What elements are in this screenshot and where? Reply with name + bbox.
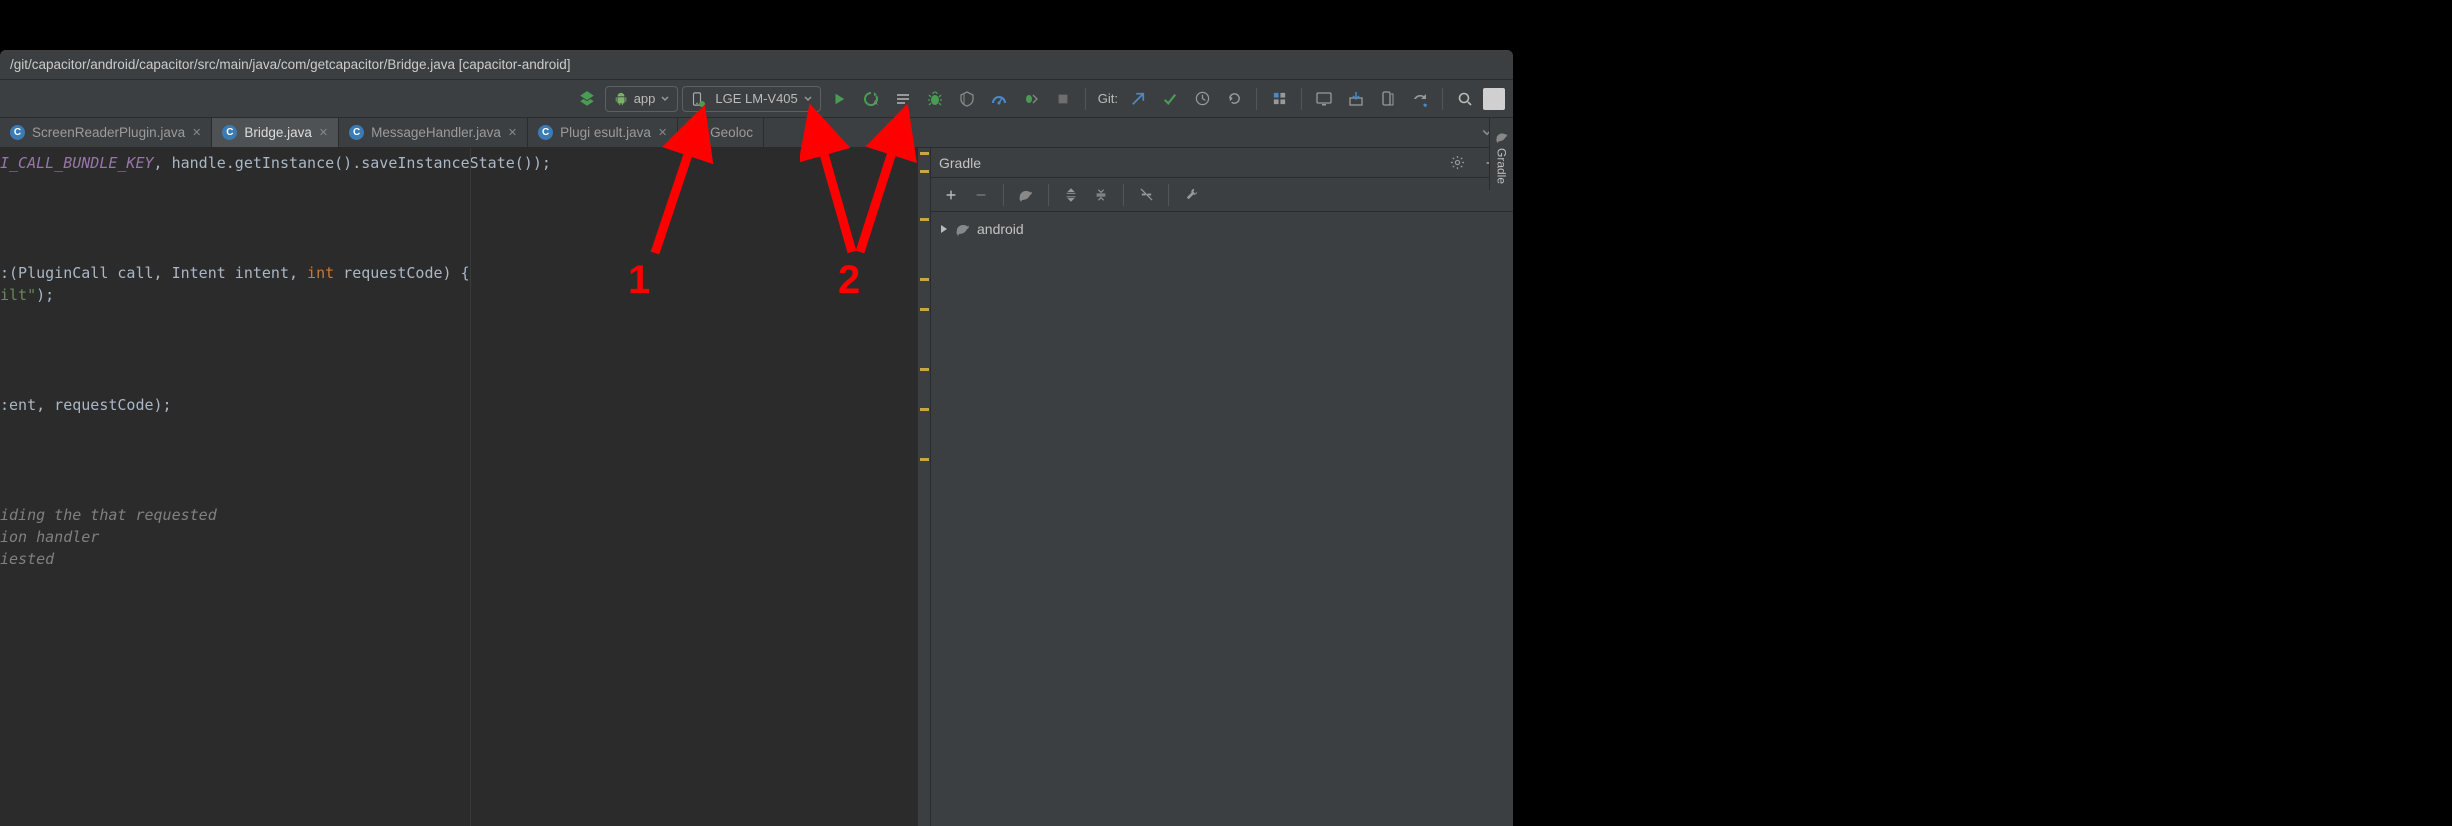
close-icon[interactable]: ✕: [658, 126, 667, 139]
gradle-collapse-button[interactable]: [1087, 181, 1115, 209]
class-icon: C: [10, 125, 25, 140]
gradle-tree: android: [931, 212, 1513, 246]
avd-manager-button[interactable]: [1310, 85, 1338, 113]
tab-label: ScreenReaderPlugin.java: [32, 125, 185, 140]
gradle-toolbar: [931, 178, 1513, 212]
tab-geolocation[interactable]: I Geoloc: [678, 118, 764, 147]
device-label: LGE LM-V405: [715, 91, 797, 106]
marker-strip[interactable]: [918, 148, 930, 826]
tab-messagehandler[interactable]: C MessageHandler.java ✕: [339, 118, 528, 147]
build-icon[interactable]: [573, 85, 601, 113]
tab-label: Geoloc: [710, 125, 753, 140]
separator: [1085, 88, 1086, 110]
gradle-panel: Gradle: [930, 148, 1513, 826]
triangle-right-icon: [939, 224, 949, 234]
class-icon: C: [538, 125, 553, 140]
main-toolbar: app LGE LM-V405 A: [0, 80, 1513, 118]
project-structure-button[interactable]: [1265, 85, 1293, 113]
class-icon: C: [349, 125, 364, 140]
android-icon: [614, 92, 628, 106]
gradle-settings-button[interactable]: [1443, 149, 1471, 177]
coverage-button[interactable]: [953, 85, 981, 113]
tab-label: Plugi esult.java: [560, 125, 651, 140]
apply-code-changes-button[interactable]: [889, 85, 917, 113]
gradle-wrench-button[interactable]: [1177, 181, 1205, 209]
tab-label: Bridge.java: [244, 125, 312, 140]
tree-row-android[interactable]: android: [939, 218, 1505, 240]
tab-screenreaderplugin[interactable]: C ScreenReaderPlugin.java ✕: [0, 118, 212, 147]
elephant-icon: [1495, 130, 1509, 144]
gradle-header: Gradle: [931, 148, 1513, 178]
run-config-label: app: [634, 91, 656, 106]
sync-gradle-button[interactable]: [1406, 85, 1434, 113]
expand-all-icon: [1064, 188, 1078, 202]
close-icon[interactable]: ✕: [319, 126, 328, 139]
interface-icon: I: [688, 125, 703, 140]
profiler-button[interactable]: [985, 85, 1013, 113]
code-content: I_CALL_BUNDLE_KEY, handle.getInstance().…: [0, 148, 930, 570]
avatar[interactable]: [1483, 88, 1505, 110]
class-icon: C: [222, 125, 237, 140]
gradle-offline-button[interactable]: [1132, 181, 1160, 209]
wrench-icon: [1184, 187, 1199, 202]
status-dot-icon: [699, 101, 705, 107]
vcs-update-button[interactable]: [1124, 85, 1152, 113]
apply-changes-button[interactable]: A: [857, 85, 885, 113]
ide-window: /git/capacitor/android/capacitor/src/mai…: [0, 50, 1513, 826]
sdk-manager-button[interactable]: [1342, 85, 1370, 113]
separator: [1301, 88, 1302, 110]
close-icon[interactable]: ✕: [508, 126, 517, 139]
code-editor[interactable]: I_CALL_BUNDLE_KEY, handle.getInstance().…: [0, 148, 930, 826]
gradle-add-button[interactable]: [937, 181, 965, 209]
gradle-title: Gradle: [939, 155, 1437, 171]
window-title: /git/capacitor/android/capacitor/src/mai…: [10, 57, 571, 72]
tab-bridge[interactable]: C Bridge.java ✕: [212, 118, 339, 147]
device-dropdown[interactable]: LGE LM-V405: [682, 86, 820, 112]
resource-manager-button[interactable]: [1374, 85, 1402, 113]
tab-label: MessageHandler.java: [371, 125, 501, 140]
vcs-history-button[interactable]: [1188, 85, 1216, 113]
attach-debugger-button[interactable]: [1017, 85, 1045, 113]
tree-label: android: [977, 221, 1024, 237]
minus-icon: [974, 188, 988, 202]
elephant-icon: [1018, 187, 1034, 203]
gutter-line: [470, 148, 471, 826]
run-config-dropdown[interactable]: app: [605, 86, 679, 112]
collapse-all-icon: [1094, 188, 1108, 202]
editor-tabs: C ScreenReaderPlugin.java ✕ C Bridge.jav…: [0, 118, 1513, 148]
svg-text:A: A: [873, 100, 878, 107]
close-icon[interactable]: ✕: [192, 126, 201, 139]
gear-icon: [1450, 155, 1465, 170]
tab-pluginresult[interactable]: C Plugi esult.java ✕: [528, 118, 678, 147]
separator: [1442, 88, 1443, 110]
chevron-down-icon: [661, 95, 669, 103]
debug-button[interactable]: [921, 85, 949, 113]
stop-button[interactable]: [1049, 85, 1077, 113]
gradle-refresh-button[interactable]: [1012, 181, 1040, 209]
gradle-expand-button[interactable]: [1057, 181, 1085, 209]
titlebar: /git/capacitor/android/capacitor/src/mai…: [0, 50, 1513, 80]
vcs-commit-button[interactable]: [1156, 85, 1184, 113]
gradle-tool-tab[interactable]: Gradle: [1493, 124, 1511, 190]
right-toolstrip: Gradle: [1489, 118, 1513, 190]
elephant-icon: [955, 221, 971, 237]
offline-icon: [1139, 187, 1154, 202]
vcs-rollback-button[interactable]: [1220, 85, 1248, 113]
gradle-remove-button[interactable]: [967, 181, 995, 209]
plus-icon: [944, 188, 958, 202]
run-button[interactable]: [825, 85, 853, 113]
search-everywhere-button[interactable]: [1451, 85, 1479, 113]
separator: [1256, 88, 1257, 110]
git-label: Git:: [1098, 91, 1118, 106]
chevron-down-icon: [804, 95, 812, 103]
